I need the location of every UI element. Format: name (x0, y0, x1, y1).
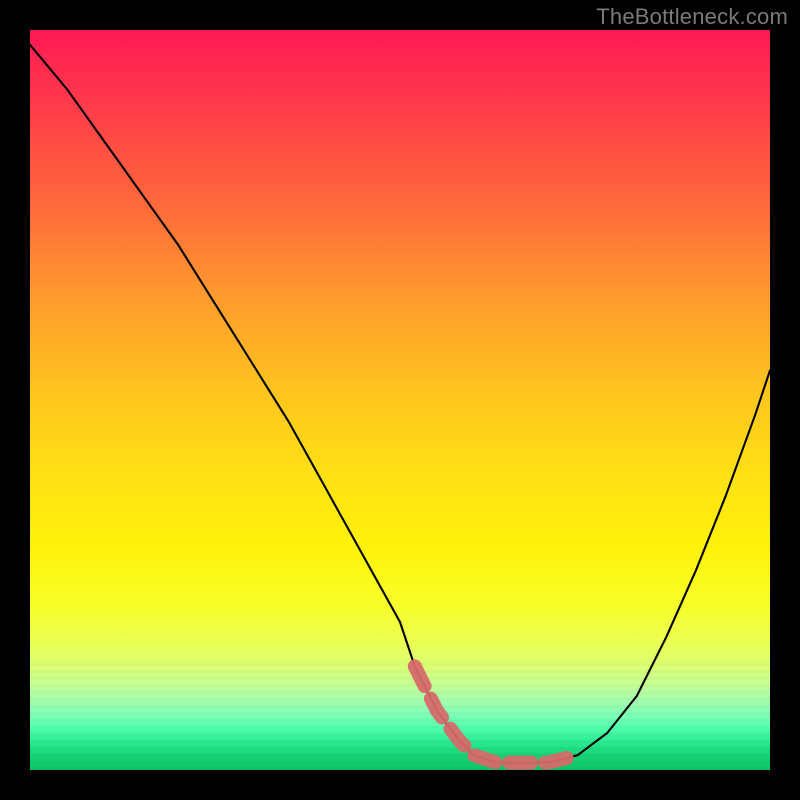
highlight-band (415, 666, 578, 762)
curve-layer (30, 30, 770, 770)
watermark-label: TheBottleneck.com (596, 4, 788, 30)
plot-area (30, 30, 770, 770)
bottleneck-curve (30, 45, 770, 763)
chart-frame: TheBottleneck.com (0, 0, 800, 800)
